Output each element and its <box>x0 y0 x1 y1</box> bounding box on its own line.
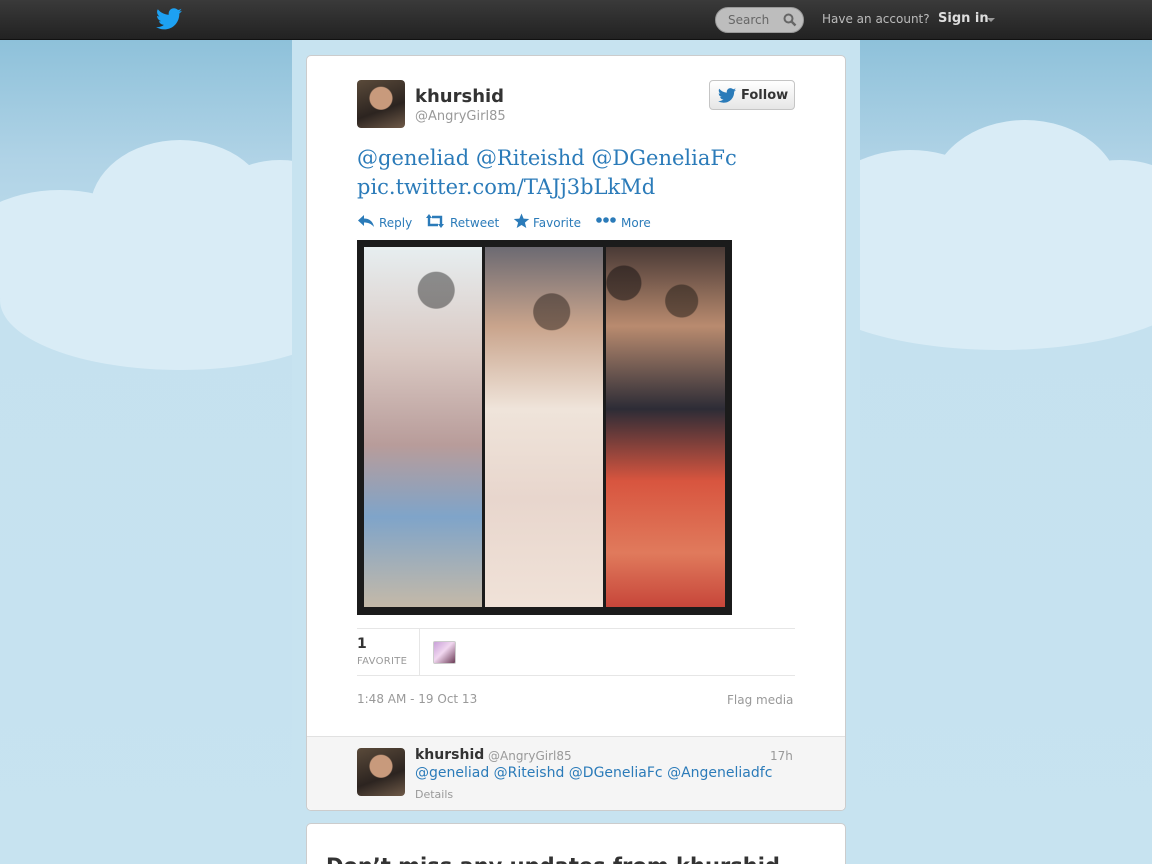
tweet-card: khurshid @AngryGirl85 Follow @geneliad @… <box>306 55 846 811</box>
more-dots-icon <box>596 217 616 223</box>
twitter-bird-icon[interactable] <box>156 8 182 30</box>
more-action[interactable]: More <box>595 212 655 232</box>
chevron-down-icon[interactable] <box>987 18 995 22</box>
reply-author-handle[interactable]: @AngryGirl85 <box>488 749 572 763</box>
reply-time[interactable]: 17h <box>770 749 793 763</box>
author-handle[interactable]: @AngryGirl85 <box>415 109 506 124</box>
star-icon <box>513 213 530 228</box>
reply-tweet: khurshid @AngryGirl85 17h @geneliad @Rit… <box>307 736 845 810</box>
top-bar: Search Have an account? Sign in <box>0 0 1152 40</box>
twitter-bird-icon <box>718 88 736 103</box>
reply-action[interactable]: Reply <box>357 212 417 232</box>
reply-author-name[interactable]: khurshid <box>415 747 484 763</box>
tweet-mentions-link[interactable]: @geneliad @Riteishd @DGeneliaFc <box>357 144 757 173</box>
avatar[interactable] <box>357 748 405 796</box>
favorite-action[interactable]: Favorite <box>513 212 587 232</box>
more-label: More <box>621 216 651 230</box>
flag-media-link[interactable]: Flag media <box>727 693 793 707</box>
reply-icon <box>358 215 374 227</box>
search-icon[interactable] <box>783 13 797 27</box>
favoriter-avatar[interactable] <box>433 641 456 664</box>
retweet-action[interactable]: Retweet <box>425 212 505 232</box>
divider <box>357 675 795 676</box>
sign-in-link[interactable]: Sign in <box>938 11 989 26</box>
search-input[interactable]: Search <box>728 13 769 27</box>
tweet-photo[interactable] <box>357 240 732 615</box>
retweet-icon <box>426 214 444 228</box>
divider <box>357 628 795 629</box>
details-link[interactable]: Details <box>415 788 453 801</box>
signup-card: Don’t miss any updates from khurshid <box>306 823 846 864</box>
follow-label: Follow <box>741 88 789 103</box>
retweet-label: Retweet <box>450 216 500 230</box>
tweet-pic-link[interactable]: pic.twitter.com/TAJj3bLkMd <box>357 173 757 202</box>
tweet-timestamp[interactable]: 1:48 AM - 19 Oct 13 <box>357 692 477 706</box>
follow-button[interactable]: Follow <box>709 80 795 110</box>
tweet-text: @geneliad @Riteishd @DGeneliaFc pic.twit… <box>357 144 757 202</box>
favorites-label[interactable]: FAVORITE <box>357 656 407 667</box>
favorites-count[interactable]: 1 <box>357 636 367 652</box>
reply-label: Reply <box>379 216 413 230</box>
reply-text[interactable]: @geneliad @Riteishd @DGeneliaFc @Angenel… <box>415 765 772 781</box>
stat-separator <box>419 629 420 675</box>
signup-title: Don’t miss any updates from khurshid <box>326 854 780 864</box>
avatar[interactable] <box>357 80 405 128</box>
author-name[interactable]: khurshid <box>415 86 504 107</box>
photo-panel-overlay <box>364 247 725 607</box>
have-account-text: Have an account? <box>822 12 930 26</box>
search-box[interactable]: Search <box>715 7 804 33</box>
favorite-label: Favorite <box>533 216 581 230</box>
